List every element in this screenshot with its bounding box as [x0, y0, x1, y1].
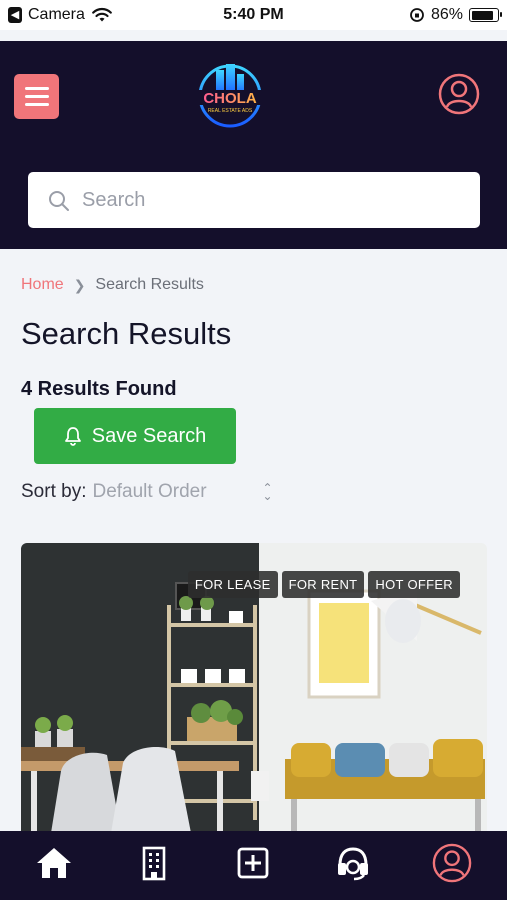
sort-row: Sort by: Default Order ⌃ ⌄: [21, 481, 273, 503]
add-icon: [237, 847, 269, 879]
logo-text: CHOLA: [203, 90, 256, 107]
building-icon: [142, 846, 166, 881]
menu-bar: [24, 103, 49, 106]
bottom-nav: [0, 831, 507, 900]
menu-button[interactable]: [14, 74, 59, 119]
save-search-button[interactable]: Save Search: [34, 408, 236, 464]
profile-icon: [432, 843, 472, 883]
home-icon: [37, 848, 71, 878]
logo[interactable]: CHOLA REAL ESTATE ADS: [190, 60, 270, 132]
logo-subtext: REAL ESTATE ADS: [208, 108, 253, 114]
save-search-label: Save Search: [91, 424, 207, 447]
nav-support[interactable]: [333, 843, 373, 883]
listing-badges: FOR LEASE FOR RENT HOT OFFER: [187, 571, 460, 598]
sort-label: Sort by:: [21, 481, 87, 502]
orientation-lock-icon: [410, 8, 424, 22]
nav-add-listing[interactable]: [233, 843, 273, 883]
results-count: 4 Results Found: [21, 378, 177, 400]
status-bar: ◀ Camera 5:40 PM 86%: [0, 0, 507, 30]
support-icon: [338, 847, 368, 881]
breadcrumb: Home ❯ Search Results: [21, 276, 204, 294]
bell-icon: [64, 427, 81, 446]
sort-select[interactable]: Default Order: [92, 481, 262, 503]
listing-card[interactable]: FOR LEASE FOR RENT HOT OFFER: [21, 543, 487, 833]
badge-for-rent[interactable]: FOR RENT: [281, 571, 365, 598]
nav-buildings[interactable]: [134, 843, 174, 883]
menu-bar: [24, 87, 49, 90]
sort-chevron-icon[interactable]: ⌃ ⌄: [262, 482, 272, 502]
profile-icon[interactable]: [438, 73, 480, 115]
nav-home[interactable]: [34, 843, 74, 883]
breadcrumb-home-link[interactable]: Home: [21, 276, 64, 294]
battery-percent: 86%: [430, 6, 463, 23]
breadcrumb-current: Search Results: [95, 276, 204, 293]
search-box[interactable]: [28, 172, 480, 228]
battery-level: [471, 10, 493, 20]
chevron-right-icon: ❯: [73, 276, 86, 293]
badge-hot-offer[interactable]: HOT OFFER: [368, 571, 460, 598]
badge-for-lease[interactable]: FOR LEASE: [187, 571, 278, 598]
search-input[interactable]: [82, 172, 462, 228]
page-title: Search Results: [21, 316, 232, 351]
menu-bar: [24, 95, 49, 98]
nav-profile[interactable]: [432, 843, 472, 883]
search-icon: [49, 191, 69, 211]
battery-icon: [469, 8, 502, 22]
app-header: CHOLA REAL ESTATE ADS: [0, 41, 507, 249]
